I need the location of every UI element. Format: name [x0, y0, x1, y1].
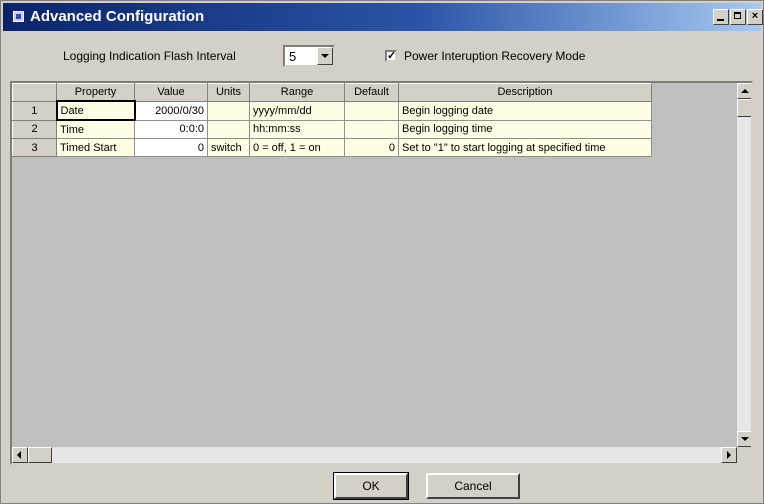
cell-range[interactable]: 0 = off, 1 = on [249, 138, 345, 157]
power-recovery-checkbox[interactable]: ✓ [385, 50, 397, 62]
maximize-button[interactable] [730, 9, 746, 25]
cell-value[interactable]: 0 [134, 138, 208, 157]
power-recovery-label: Power Interuption Recovery Mode [404, 49, 586, 63]
advanced-configuration-window: Advanced Configuration × Logging Indicat… [0, 0, 764, 504]
table-header-row: Property Value Units Range Default Descr… [12, 83, 652, 102]
cell-default[interactable] [344, 100, 399, 121]
cell-description[interactable]: Begin logging date [398, 100, 652, 121]
corner-header[interactable] [12, 83, 57, 102]
cell-description[interactable]: Begin logging time [398, 119, 652, 139]
flash-interval-select[interactable]: 5 [283, 45, 335, 67]
horizontal-scroll-thumb[interactable] [28, 447, 52, 463]
app-icon [13, 11, 24, 22]
cell-range[interactable]: yyyy/mm/dd [249, 100, 345, 121]
vertical-scroll-thumb[interactable] [737, 99, 751, 117]
horizontal-scrollbar[interactable] [12, 447, 737, 463]
scroll-right-icon[interactable] [721, 447, 737, 463]
ok-button[interactable]: OK [333, 472, 409, 500]
title-bar[interactable]: Advanced Configuration × [3, 3, 763, 31]
flash-interval-label: Logging Indication Flash Interval [63, 49, 236, 63]
properties-grid: Property Value Units Range Default Descr… [10, 81, 753, 465]
cell-value[interactable]: 0:0:0 [134, 119, 208, 139]
cancel-button[interactable]: Cancel [426, 473, 520, 499]
row-number[interactable]: 2 [12, 119, 57, 139]
scroll-left-icon[interactable] [12, 447, 28, 463]
close-button[interactable]: × [747, 9, 763, 25]
table-row: 1 Date 2000/0/30 yyyy/mm/dd Begin loggin… [12, 100, 652, 121]
chevron-down-icon[interactable] [317, 47, 333, 65]
column-header[interactable]: Range [249, 83, 345, 102]
cell-units[interactable] [207, 100, 250, 121]
cell-property[interactable]: Date [55, 100, 136, 121]
row-number[interactable]: 3 [12, 138, 57, 157]
column-header[interactable]: Default [344, 83, 399, 102]
cell-default[interactable] [344, 119, 399, 139]
column-header[interactable]: Value [134, 83, 208, 102]
flash-interval-value: 5 [289, 49, 297, 64]
column-header[interactable]: Description [398, 83, 652, 102]
properties-table: Property Value Units Range Default Descr… [12, 83, 652, 157]
cell-units[interactable] [207, 119, 250, 139]
cell-range[interactable]: hh:mm:ss [249, 119, 345, 139]
table-row: 3 Timed Start 0 switch 0 = off, 1 = on 0… [12, 138, 652, 157]
scroll-up-icon[interactable] [737, 83, 751, 99]
cell-default[interactable]: 0 [344, 138, 399, 157]
column-header[interactable]: Property [56, 83, 135, 102]
scroll-down-icon[interactable] [737, 431, 751, 447]
vertical-scrollbar[interactable] [737, 83, 751, 447]
column-header[interactable]: Units [207, 83, 250, 102]
cell-value[interactable]: 2000/0/30 [134, 100, 208, 121]
cell-property[interactable]: Timed Start [56, 138, 135, 157]
cell-property[interactable]: Time [56, 119, 135, 139]
cell-units[interactable]: switch [207, 138, 250, 157]
window-title: Advanced Configuration [30, 8, 205, 25]
minimize-button[interactable] [713, 9, 729, 25]
scrollbar-corner [737, 447, 751, 463]
table-row: 2 Time 0:0:0 hh:mm:ss Begin logging time [12, 119, 652, 139]
cell-description[interactable]: Set to "1" to start logging at specified… [398, 138, 652, 157]
row-number[interactable]: 1 [12, 100, 57, 121]
